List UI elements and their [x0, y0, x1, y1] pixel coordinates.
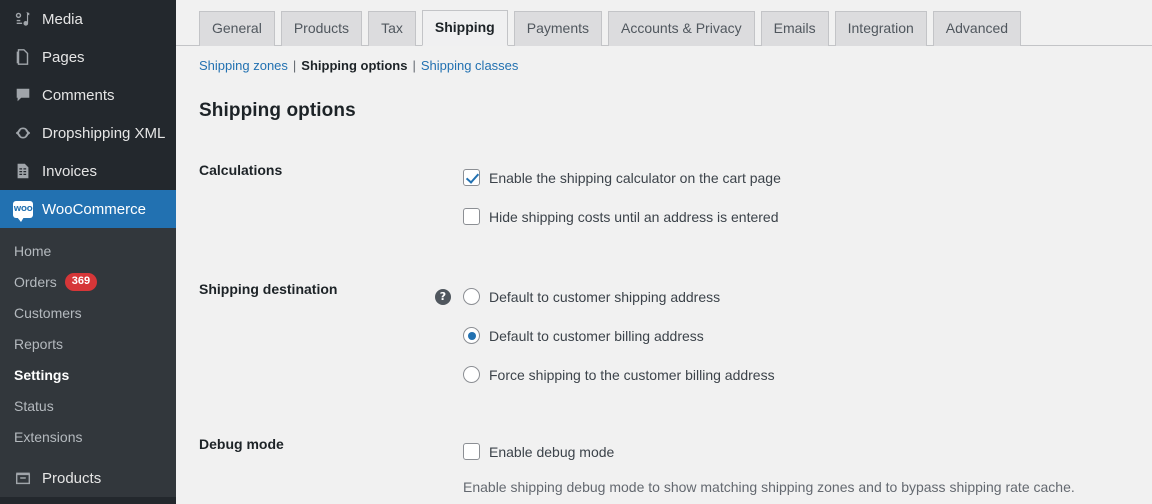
subnav-separator: |: [412, 58, 416, 73]
sidebar-item-label: WooCommerce: [42, 200, 146, 218]
checkbox-enable-debug-mode[interactable]: [463, 443, 480, 460]
settings-main-content: General Products Tax Shipping Payments A…: [176, 0, 1152, 504]
products-icon: [10, 469, 36, 487]
option-force-billing-address[interactable]: Force shipping to the customer billing a…: [435, 355, 1152, 394]
submenu-item-orders[interactable]: Orders 369: [0, 266, 176, 297]
woocommerce-icon: WOO: [10, 200, 36, 222]
submenu-item-status[interactable]: Status: [0, 390, 176, 421]
debug-mode-field: Enable debug mode Enable shipping debug …: [435, 418, 1152, 498]
debug-mode-description: Enable shipping debug mode to show match…: [463, 479, 1075, 495]
media-icon: [10, 10, 36, 28]
submenu-item-label: Status: [14, 397, 54, 414]
checkbox-hide-shipping-costs[interactable]: [463, 208, 480, 225]
submenu-item-customers[interactable]: Customers: [0, 297, 176, 328]
submenu-item-home[interactable]: Home: [0, 235, 176, 266]
shipping-destination-field: ? Default to customer shipping address D…: [435, 263, 1152, 394]
shipping-destination-label: Shipping destination: [199, 281, 338, 297]
subnav-separator: |: [292, 58, 297, 73]
debug-mode-label: Debug mode: [199, 436, 284, 452]
option-label: Enable debug mode: [489, 443, 615, 460]
sidebar-item-products[interactable]: Products: [0, 459, 176, 497]
pages-icon: [10, 48, 36, 66]
tab-general[interactable]: General: [199, 11, 275, 46]
invoice-icon: [10, 162, 36, 180]
radio-default-shipping-address[interactable]: [463, 288, 480, 305]
sidebar-item-comments[interactable]: Comments: [0, 76, 176, 114]
option-hide-shipping-costs[interactable]: Hide shipping costs until an address is …: [435, 197, 1152, 236]
wordpress-admin-screen: Media Pages Comments Dropshipping XML In…: [0, 0, 1152, 504]
sidebar-item-label: Pages: [42, 48, 85, 66]
admin-sidebar: Media Pages Comments Dropshipping XML In…: [0, 0, 176, 504]
submenu-item-label: Extensions: [14, 428, 83, 445]
submenu-item-label: Home: [14, 242, 52, 259]
comments-icon: [10, 86, 36, 104]
form-row-calculations: Calculations Enable the shipping calcula…: [176, 144, 1152, 236]
sidebar-item-invoices[interactable]: Invoices: [0, 152, 176, 190]
settings-tab-bar: General Products Tax Shipping Payments A…: [176, 0, 1152, 46]
sidebar-item-label: Dropshipping XML: [42, 124, 166, 142]
submenu-item-settings[interactable]: Settings: [0, 359, 176, 390]
sync-icon: [10, 124, 36, 142]
option-default-billing-address[interactable]: Default to customer billing address: [435, 316, 1152, 355]
tab-payments[interactable]: Payments: [513, 11, 602, 46]
sidebar-item-label: Products: [42, 469, 102, 487]
tab-tax[interactable]: Tax: [368, 11, 416, 46]
option-label: Default to customer billing address: [489, 327, 704, 344]
radio-default-billing-address[interactable]: [463, 327, 480, 344]
tab-advanced[interactable]: Advanced: [932, 11, 1022, 46]
submenu-item-reports[interactable]: Reports: [0, 328, 176, 359]
help-icon[interactable]: ?: [435, 288, 451, 305]
option-label: Force shipping to the customer billing a…: [489, 366, 775, 383]
tab-shipping[interactable]: Shipping: [421, 10, 508, 46]
sidebar-item-dropshipping-xml[interactable]: Dropshipping XML: [0, 114, 176, 152]
calculations-field: Enable the shipping calculator on the ca…: [435, 144, 1152, 236]
form-row-debug-mode: Debug mode Enable debug mode Enable ship…: [176, 418, 1152, 498]
option-enable-shipping-calculator[interactable]: Enable the shipping calculator on the ca…: [435, 158, 1152, 197]
radio-force-billing-address[interactable]: [463, 366, 480, 383]
shipping-options-form: Calculations Enable the shipping calcula…: [176, 144, 1152, 498]
option-default-shipping-address[interactable]: ? Default to customer shipping address: [435, 277, 1152, 316]
subnav-link-shipping-options[interactable]: Shipping options: [301, 58, 407, 73]
option-enable-debug-mode[interactable]: Enable debug mode: [435, 432, 1152, 471]
subnav-link-shipping-classes[interactable]: Shipping classes: [421, 58, 519, 73]
form-row-shipping-destination: Shipping destination ? Default to custom…: [176, 263, 1152, 394]
orders-count-badge: 369: [64, 272, 98, 291]
submenu-item-label: Settings: [14, 366, 70, 383]
sidebar-item-media[interactable]: Media: [0, 0, 176, 38]
sidebar-item-pages[interactable]: Pages: [0, 38, 176, 76]
submenu-item-label: Customers: [14, 304, 82, 321]
tab-products[interactable]: Products: [280, 11, 363, 46]
submenu-item-label: Orders: [14, 273, 57, 290]
tab-emails[interactable]: Emails: [760, 11, 829, 46]
sidebar-item-woocommerce[interactable]: WOO WooCommerce: [0, 190, 176, 228]
page-title: Shipping options: [199, 100, 356, 121]
shipping-subnav: Shipping zones | Shipping options | Ship…: [199, 58, 1152, 73]
sidebar-item-label: Comments: [42, 86, 115, 104]
checkbox-enable-shipping-calculator[interactable]: [463, 169, 480, 186]
option-label: Default to customer shipping address: [489, 288, 721, 305]
option-label: Hide shipping costs until an address is …: [489, 208, 779, 225]
subnav-link-shipping-zones[interactable]: Shipping zones: [199, 58, 288, 73]
tab-integration[interactable]: Integration: [834, 11, 927, 46]
option-label: Enable the shipping calculator on the ca…: [489, 169, 781, 186]
tab-accounts-privacy[interactable]: Accounts & Privacy: [608, 11, 755, 46]
sidebar-item-label: Media: [42, 10, 83, 28]
calculations-label: Calculations: [199, 162, 283, 178]
woocommerce-submenu: Home Orders 369 Customers Reports Settin…: [0, 228, 176, 459]
submenu-item-extensions[interactable]: Extensions: [0, 421, 176, 452]
sidebar-item-label: Invoices: [42, 162, 98, 180]
submenu-item-label: Reports: [14, 335, 64, 352]
